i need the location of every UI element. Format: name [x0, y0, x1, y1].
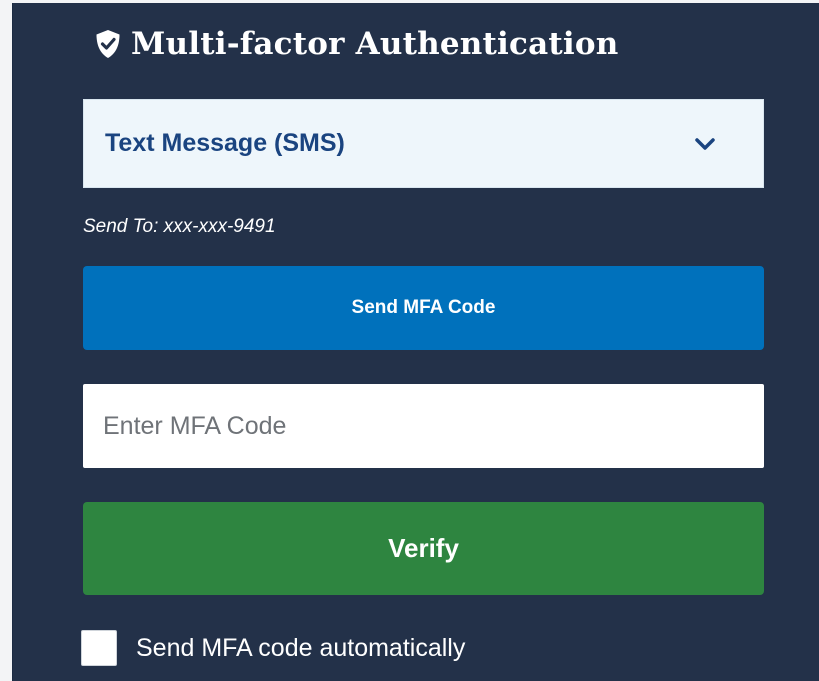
page-title: Multi-factor Authentication: [95, 19, 619, 69]
mfa-method-selected-value: Text Message (SMS): [105, 129, 345, 157]
shield-check-icon: [96, 30, 120, 58]
page-title-text: Multi-factor Authentication: [131, 26, 619, 62]
auto-send-label: Send MFA code automatically: [136, 633, 466, 662]
auto-send-row: Send MFA code automatically: [81, 629, 465, 667]
mfa-panel: Multi-factor Authentication Text Message…: [12, 3, 819, 681]
mfa-method-select[interactable]: Text Message (SMS): [83, 99, 764, 188]
send-to-label: Send To: xxx-xxx-9491: [83, 216, 276, 237]
auto-send-checkbox[interactable]: [81, 630, 117, 666]
send-mfa-code-button[interactable]: Send MFA Code: [83, 266, 764, 350]
mfa-code-input[interactable]: [83, 384, 764, 468]
chevron-down-icon: [695, 138, 715, 150]
verify-button[interactable]: Verify: [83, 502, 764, 595]
